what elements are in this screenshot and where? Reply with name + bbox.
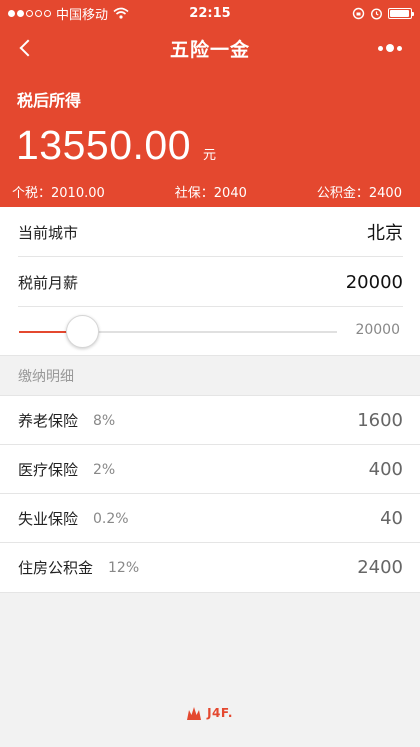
settings-list: 当前城市 北京 税前月薪 20000 <box>0 207 420 307</box>
alarm-icon <box>370 7 383 20</box>
list-item: 医疗保险 2% 400 <box>0 445 420 494</box>
salary-slider[interactable]: 20000 <box>0 307 420 355</box>
slider-thumb[interactable] <box>66 315 100 348</box>
income-unit: 元 <box>203 148 217 163</box>
list-item: 住房公积金 12% 2400 <box>0 543 420 592</box>
summary-header: 中国移动 22:15 五险一金 税后所得 13550.00 元 个税：2010.… <box>0 0 420 207</box>
item-amount: 400 <box>368 459 403 480</box>
tax-amount: 个税：2010.00 <box>12 186 105 201</box>
city-row[interactable]: 当前城市 北京 <box>0 207 420 257</box>
footer-logo: J4F. <box>0 706 420 720</box>
social-security-amount: 社保：2040 <box>174 186 247 201</box>
item-amount: 2400 <box>357 557 403 578</box>
more-dots-icon <box>378 45 383 51</box>
deduction-breakdown: 个税：2010.00 社保：2040 公积金：2400 <box>12 182 402 201</box>
page-title: 五险一金 <box>169 38 250 61</box>
salary-value: 20000 <box>345 271 403 293</box>
contribution-list: 养老保险 8% 1600 医疗保险 2% 400 失业保险 0.2% 40 住房… <box>0 395 420 593</box>
income-value: 13550.00 <box>16 122 192 168</box>
signal-strength-icon <box>8 9 51 17</box>
item-rate: 8% <box>93 412 116 429</box>
slider-value: 20000 <box>355 322 400 338</box>
city-value: 北京 <box>367 223 403 244</box>
item-name: 养老保险 <box>18 412 79 430</box>
list-item: 养老保险 8% 1600 <box>0 396 420 445</box>
carrier-name: 中国移动 <box>56 7 109 23</box>
flame-logo-icon <box>187 706 202 720</box>
rotation-lock-icon <box>352 7 365 19</box>
item-rate: 12% <box>108 559 140 576</box>
item-rate: 2% <box>93 461 116 478</box>
income-label: 税后所得 <box>17 91 82 110</box>
salary-label: 税前月薪 <box>18 273 79 292</box>
logo-text: J4F. <box>207 706 233 720</box>
salary-row[interactable]: 税前月薪 20000 <box>0 257 420 307</box>
item-amount: 1600 <box>357 410 403 431</box>
section-title: 缴纳明细 <box>0 355 420 395</box>
item-amount: 40 <box>380 508 403 529</box>
battery-icon <box>388 7 414 19</box>
wifi-icon <box>113 7 129 19</box>
nav-bar: 五险一金 <box>0 26 420 70</box>
battery-level <box>390 9 409 17</box>
housing-fund-amount: 公积金：2400 <box>316 186 402 201</box>
status-bar: 中国移动 22:15 <box>0 0 420 26</box>
item-name: 住房公积金 <box>18 559 94 577</box>
item-name: 医疗保险 <box>18 461 79 479</box>
chevron-left-icon <box>19 39 37 57</box>
list-item: 失业保险 0.2% 40 <box>0 494 420 543</box>
city-label: 当前城市 <box>18 223 79 242</box>
more-button[interactable] <box>368 26 412 70</box>
item-name: 失业保险 <box>18 510 79 528</box>
item-rate: 0.2% <box>93 510 129 527</box>
back-button[interactable] <box>6 26 46 70</box>
